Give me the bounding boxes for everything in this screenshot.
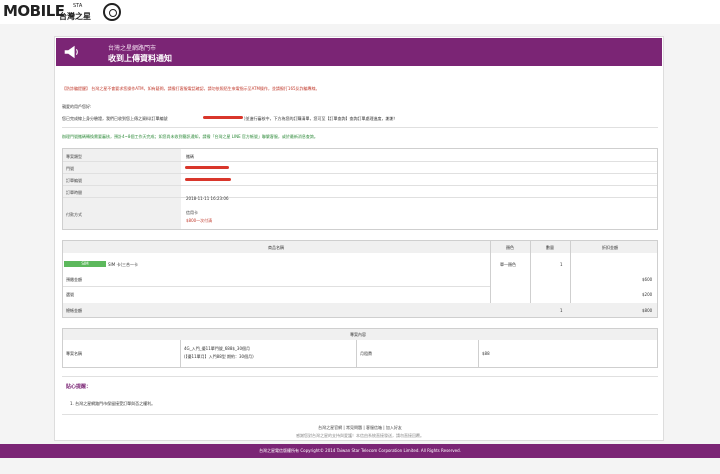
label-order-time: 訂單時間 <box>66 190 82 195</box>
logo-cn: 台灣之星 <box>59 12 91 21</box>
fraud-warning: 【防詐騙提醒】 台灣之星不會要求您操作ATM，如有疑問，請撥打客服電話確認，請勿… <box>62 86 320 91</box>
fee-value: $88 <box>482 351 490 356</box>
footer-link-service-mail[interactable]: 客服信箱 <box>366 425 382 430</box>
top-bar: MOBILE STA 台灣之星 <box>0 0 720 24</box>
row-divider <box>63 173 657 174</box>
total-value: $800 <box>642 308 653 313</box>
plan-line2: (【優11單月】入門88型 期約：30個月) <box>184 354 254 359</box>
banner-subtitle: 台灣之星網路門市 <box>108 45 157 52</box>
fee-label: 月租費 <box>360 351 372 356</box>
plan-line1: 4G_入門_優11單門號_688$_30個月 <box>184 346 251 351</box>
value-project-type: 攜碼 <box>186 154 194 159</box>
row-divider <box>63 185 657 186</box>
footer-links: 台灣之星官網 | 常見問題 | 客服信箱 | 加入好友 <box>0 425 720 431</box>
megaphone-icon <box>64 45 78 59</box>
deposit-label: 選號 <box>66 292 74 297</box>
col-divider <box>478 340 479 367</box>
col-divider <box>356 340 357 367</box>
prepay-value: $600 <box>642 277 653 282</box>
label-project-type: 專案類型 <box>66 154 82 159</box>
total-qty: 1 <box>560 308 563 313</box>
logo-word: MOBILE <box>3 2 65 20</box>
mobile01-logo[interactable]: MOBILE STA 台灣之星 <box>3 2 133 22</box>
col-divider <box>530 241 531 303</box>
phone-redacted <box>185 166 229 169</box>
value-payment-note: $800一次付清 <box>186 218 213 223</box>
green-notice: 辦理門號攜碼轉換需要審核，預計4~8個工作天完成；如您尚未收到簡訊通知，請撥「台… <box>62 134 318 139</box>
col-divider <box>490 241 491 303</box>
footer-link-add-friend[interactable]: 加入好友 <box>386 425 402 430</box>
header-color: 顏色 <box>506 245 514 250</box>
value-payment: 信用卡 <box>186 210 198 215</box>
item-qty: 1 <box>560 262 563 267</box>
row-divider <box>63 161 657 162</box>
sim-badge: SIM <box>64 261 106 267</box>
order-redacted <box>185 178 231 181</box>
item-color: 單一顏色 <box>500 262 516 267</box>
logo-ring-icon <box>103 3 121 21</box>
prepay-label: 預繳金額 <box>66 277 82 282</box>
plan-header: 專案內容 <box>350 332 366 337</box>
row-divider <box>63 197 657 198</box>
label-order-number: 訂單編號 <box>66 178 82 183</box>
greeting: 親愛的用戶您好: <box>62 104 92 109</box>
products-header-bg <box>63 241 657 253</box>
tip-title: 貼心提醒： <box>66 384 92 390</box>
banner-title: 收到上傳資料通知 <box>108 54 172 63</box>
header-product-name: 商品名稱 <box>268 245 284 250</box>
header-amount: 折扣金額 <box>602 245 618 250</box>
divider <box>62 376 658 377</box>
header-qty: 數量 <box>546 245 554 250</box>
label-phone: 門號 <box>66 166 74 171</box>
col-divider <box>180 340 181 367</box>
label-payment: 付款方式 <box>66 212 82 217</box>
order-number-redacted <box>203 116 243 119</box>
email-panel <box>54 36 664 441</box>
footer-link-official-site[interactable]: 台灣之星官網 <box>318 425 342 430</box>
plan-label: 專案名稱 <box>66 351 82 356</box>
value-order-time: 2018-11-11 16:23:06 <box>186 196 229 201</box>
body-text-end: )並進行審核中，下方為您的訂購清單，您可至【訂單查詢】查詢訂單處理進度，謝謝！ <box>244 116 398 121</box>
divider <box>62 127 658 128</box>
total-row-bg <box>63 303 657 317</box>
divider <box>62 414 658 415</box>
deposit-value: $200 <box>642 292 653 297</box>
row-divider <box>63 286 490 287</box>
footer-link-faq[interactable]: 常見問題 <box>346 425 362 430</box>
item-name: SIM 卡(三合一卡 <box>108 262 139 267</box>
body-text-start: 您已完成線上身分驗證，我們已收到您上傳之資料(訂單編號 <box>62 116 168 121</box>
col-divider <box>570 241 571 303</box>
logo-sup: STA <box>73 3 83 9</box>
tip-item-1: 1. 台灣之星網路門市保留接受訂單與否之權利。 <box>70 401 156 406</box>
header-banner: 台灣之星網路門市 收到上傳資料通知 <box>56 38 662 66</box>
total-label: 總帳金額 <box>66 308 82 313</box>
footer-note: 感謝您對台灣之星的支持與愛護！本信由系統直接發送，請勿直接回覆。 <box>296 433 424 438</box>
footer-copyright: 台灣之星電信版權所有 Copyright© 2014 Taiwan Star T… <box>0 444 720 458</box>
